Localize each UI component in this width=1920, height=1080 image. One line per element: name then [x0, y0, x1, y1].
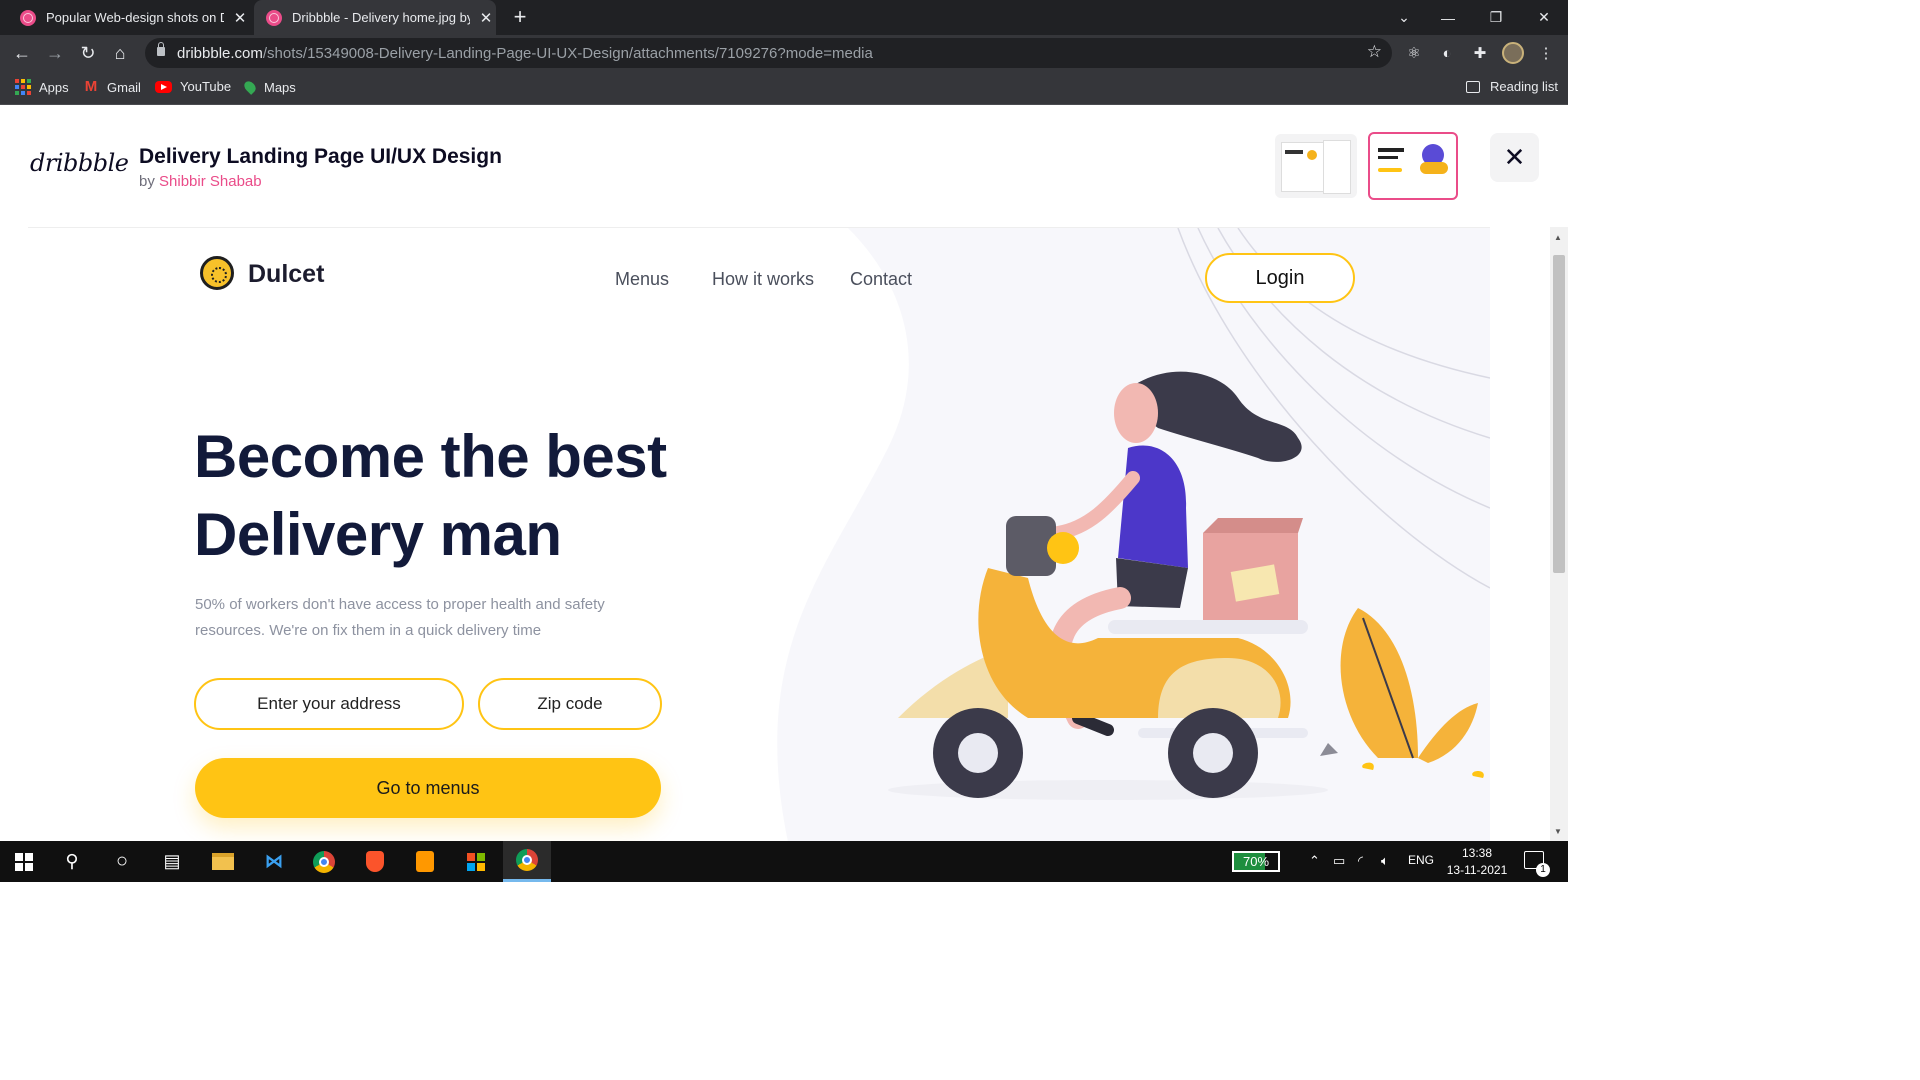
chrome-active-taskbar-icon[interactable] [503, 841, 551, 882]
vscode-icon[interactable]: ⋈ [250, 841, 298, 882]
windows-logo-icon [15, 852, 33, 871]
tab-delivery-home[interactable]: Dribbble - Delivery home.jpg by S ✕ [254, 0, 496, 35]
volume-icon[interactable]: 🔈︎ [1381, 853, 1389, 869]
react-devtools-icon[interactable]: ⚛ [1402, 41, 1426, 65]
shot-header: dribbble Delivery Landing Page UI/UX Des… [0, 105, 1568, 227]
bookmark-youtube[interactable]: YouTube [155, 79, 231, 94]
search-icon[interactable]: ⚲ [48, 841, 96, 882]
back-icon[interactable]: ← [7, 38, 37, 68]
address-input[interactable] [194, 678, 464, 730]
scroll-down-icon[interactable]: ▼ [1554, 827, 1562, 836]
brand-name[interactable]: Dulcet [248, 260, 324, 289]
start-button[interactable] [0, 841, 48, 882]
gmail-icon: M [84, 78, 98, 95]
scrollbar-thumb[interactable] [1553, 255, 1565, 573]
bookmark-label: YouTube [180, 79, 232, 94]
shot-title: Delivery Landing Page UI/UX Design [139, 145, 502, 168]
bookmark-gmail[interactable]: M Gmail [83, 79, 141, 95]
window-close-button[interactable]: ✕ [1520, 0, 1568, 35]
tab-title: Dribbble - Delivery home.jpg by S [292, 10, 470, 25]
reading-list-icon [1466, 80, 1480, 93]
delivery-scooter-illustration [888, 371, 1484, 800]
microsoft-store-icon[interactable] [452, 841, 500, 882]
scroll-up-icon[interactable]: ▲ [1554, 233, 1562, 242]
hero-headline: Become the best Delivery man [194, 423, 667, 568]
zip-code-input[interactable] [478, 678, 662, 730]
bookmark-label: Maps [264, 79, 296, 95]
tab-title: Popular Web-design shots on Dr [46, 10, 224, 25]
windows-taskbar: ⚲ ○ ▤ ⋈ 70% ⌃ ▭ ◜ 🔈︎ ENG 13:38 13-11-202… [0, 841, 1568, 882]
bookmarks-bar: Apps M Gmail YouTube Maps Reading list [0, 71, 1568, 105]
maps-pin-icon [242, 79, 258, 95]
page-scrollbar[interactable]: ▲ ▼ [1550, 227, 1568, 841]
author-link[interactable]: Shibbir Shabab [159, 173, 262, 190]
wifi-icon[interactable]: ◜ [1358, 853, 1363, 869]
tab-close-icon[interactable]: ✕ [232, 9, 248, 27]
notification-count-badge: 1 [1536, 863, 1550, 877]
bookmark-maps[interactable]: Maps [242, 79, 296, 95]
login-button[interactable]: Login [1205, 253, 1355, 303]
bookmark-label: Apps [39, 79, 69, 95]
profile-avatar[interactable] [1502, 42, 1524, 64]
battery-indicator[interactable]: 70% [1232, 851, 1280, 872]
minimize-button[interactable]: — [1424, 0, 1472, 35]
youtube-icon [155, 80, 172, 93]
file-explorer-icon[interactable] [199, 841, 247, 882]
address-bar[interactable]: dribbble.com/shots/15349008-Delivery-Lan… [145, 38, 1392, 68]
url-text: dribbble.com/shots/15349008-Delivery-Lan… [177, 45, 873, 62]
extension-icon[interactable]: ◐ [1435, 41, 1459, 65]
sublime-text-icon[interactable] [401, 841, 449, 882]
close-icon[interactable]: ✕ [1490, 133, 1539, 182]
brave-icon[interactable] [351, 841, 399, 882]
nav-contact[interactable]: Contact [850, 269, 912, 290]
home-icon[interactable]: ⌂ [105, 38, 135, 68]
go-to-menus-button[interactable]: Go to menus [195, 758, 661, 818]
tab-popular-web-design[interactable]: Popular Web-design shots on Dr ✕ [8, 0, 250, 35]
apps-grid-icon [15, 79, 31, 95]
dribbble-favicon-icon [20, 9, 36, 26]
dulcet-logo-icon[interactable] [200, 256, 234, 290]
tab-search-icon[interactable]: ⌄ [1380, 0, 1428, 35]
reading-list-button[interactable]: Reading list [1466, 79, 1558, 94]
language-indicator[interactable]: ENG [1408, 853, 1434, 867]
new-tab-button[interactable]: + [508, 5, 532, 29]
shot-byline: by Shibbir Shabab [139, 173, 262, 190]
dribbble-logo[interactable]: dribbble [30, 149, 129, 177]
chrome-taskbar-icon[interactable] [300, 841, 348, 882]
bookmark-label: Gmail [107, 79, 141, 95]
lock-icon [157, 42, 165, 56]
extensions-puzzle-icon[interactable]: ✚ [1468, 41, 1492, 65]
forward-icon[interactable]: → [40, 38, 70, 68]
bookmark-apps[interactable]: Apps [15, 79, 69, 95]
tab-close-icon[interactable]: ✕ [478, 9, 494, 27]
nav-menus[interactable]: Menus [615, 269, 669, 290]
bookmark-star-icon[interactable]: ☆ [1367, 42, 1382, 62]
attachment-thumbnail-1[interactable] [1275, 134, 1357, 198]
menu-kebab-icon[interactable]: ⋮ [1534, 41, 1558, 65]
nav-how-it-works[interactable]: How it works [712, 269, 814, 290]
cortana-icon[interactable]: ○ [98, 841, 146, 882]
reading-list-label: Reading list [1490, 79, 1558, 94]
browser-toolbar: ← → ↻ ⌂ dribbble.com/shots/15349008-Deli… [0, 35, 1568, 71]
restore-button[interactable]: ❐ [1472, 0, 1520, 35]
battery-tray-icon[interactable]: ▭ [1333, 853, 1345, 869]
clock[interactable]: 13:38 13-11-2021 [1444, 845, 1510, 879]
task-view-icon[interactable]: ▤ [148, 841, 196, 882]
attachment-thumbnail-2-selected[interactable] [1368, 132, 1458, 200]
reload-icon[interactable]: ↻ [73, 38, 103, 68]
hero-subtext: 50% of workers don't have access to prop… [195, 596, 605, 639]
show-hidden-icons-icon[interactable]: ⌃ [1309, 853, 1320, 869]
shot-image: Dulcet Menus How it works Contact Login … [28, 227, 1490, 841]
tab-strip: Popular Web-design shots on Dr ✕ Dribbbl… [0, 0, 1568, 35]
dribbble-favicon-icon [266, 9, 282, 26]
